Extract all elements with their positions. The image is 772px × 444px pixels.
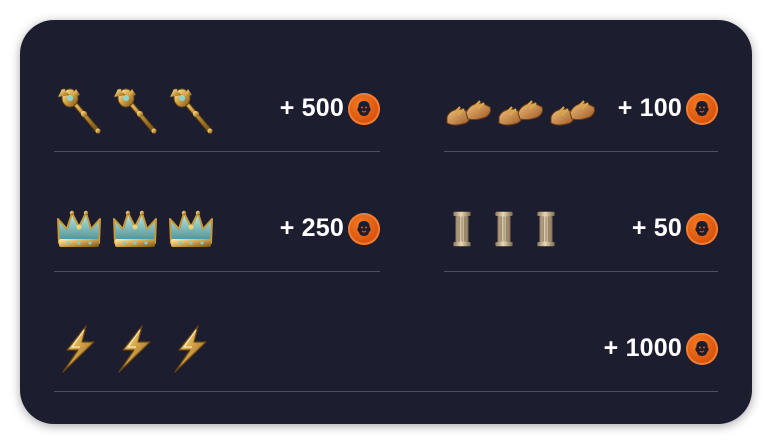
paytable-row-crown: + 250: [54, 186, 380, 272]
sandals-icon: [444, 83, 494, 135]
scepter-icon: [166, 83, 216, 135]
symbol-group: [444, 203, 564, 255]
lion-coin-icon: [686, 332, 718, 365]
paytable-row-scepter: + 500: [54, 66, 380, 152]
sandals-icon: [548, 83, 598, 135]
paytable-row-pillar: + 50: [444, 186, 718, 272]
lion-coin-icon: [686, 212, 718, 245]
pillar-icon: [486, 203, 522, 255]
reward: + 1000: [603, 332, 718, 365]
reward-amount: + 50: [631, 214, 682, 242]
reward: + 250: [279, 212, 380, 245]
sandals-icon: [496, 83, 546, 135]
reward-amount: + 500: [279, 94, 344, 122]
lion-coin-icon: [686, 92, 718, 125]
lion-coin-icon: [348, 92, 380, 125]
reward: + 500: [279, 92, 380, 125]
reward-amount: + 1000: [603, 334, 682, 362]
reward-amount: + 100: [617, 94, 682, 122]
crown-icon: [166, 203, 216, 255]
crown-icon: [110, 203, 160, 255]
scepter-icon: [110, 83, 160, 135]
crown-icon: [54, 203, 104, 255]
reward: + 50: [631, 212, 718, 245]
lion-coin-icon: [348, 212, 380, 245]
lightning-icon: [166, 323, 216, 375]
scepter-icon: [54, 83, 104, 135]
lightning-icon: [110, 323, 160, 375]
symbol-group: [54, 323, 216, 375]
lightning-icon: [54, 323, 104, 375]
symbol-group: [54, 203, 216, 255]
pillar-icon: [444, 203, 480, 255]
pillar-icon: [528, 203, 564, 255]
paytable-row-sandals: + 100: [444, 66, 718, 152]
paytable-panel: + 500 + 100 + 250 + 50 + 1000: [20, 20, 752, 424]
paytable-row-lightning: + 1000: [54, 306, 718, 392]
symbol-group: [54, 83, 216, 135]
symbol-group: [444, 83, 598, 135]
reward-amount: + 250: [279, 214, 344, 242]
reward: + 100: [617, 92, 718, 125]
